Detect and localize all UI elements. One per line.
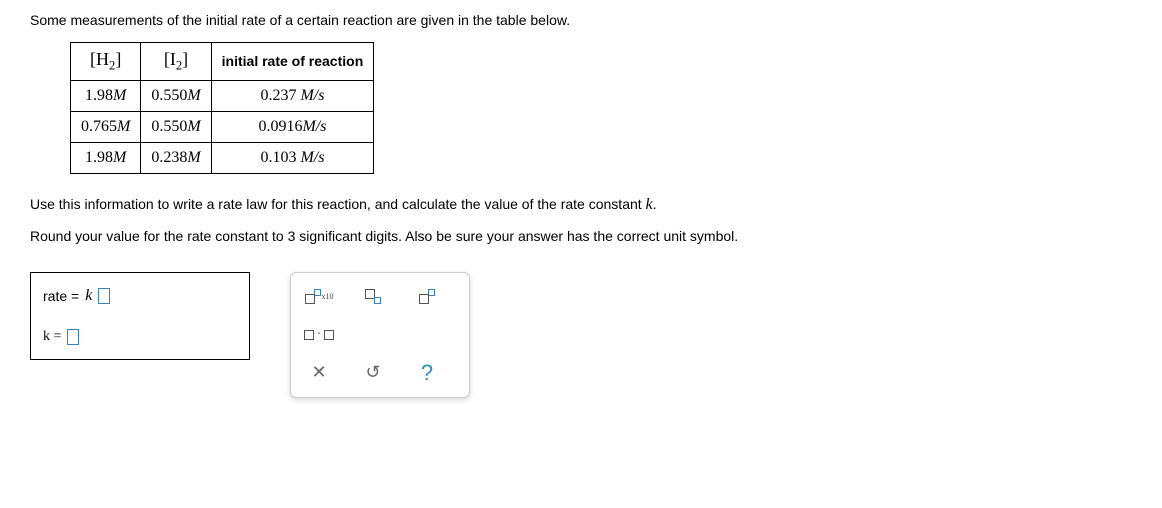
table-row: 1.98M 0.550M 0.237 M/s [71,80,374,111]
equation-palette: x10 · ✕ ↺ ? [290,272,470,398]
k-value-input-line: k = [43,329,237,345]
answer-box: rate = k k = [30,272,250,360]
k-value-input[interactable] [67,329,79,345]
col-h2: [H2] [71,43,141,81]
multiply-button[interactable]: · [303,323,335,347]
table-row: 1.98M 0.238M 0.103 M/s [71,142,374,173]
col-i2: [I2] [141,43,211,81]
rate-law-input[interactable] [98,288,110,304]
rate-law-input-line: rate = k [43,287,237,305]
col-rate: initial rate of reaction [211,43,374,81]
help-button[interactable]: ? [411,361,443,385]
instruction-2: Round your value for the rate constant t… [30,228,1132,244]
data-table: [H2] [I2] initial rate of reaction 1.98M… [70,42,374,174]
clear-button[interactable]: ✕ [303,361,335,385]
intro-text: Some measurements of the initial rate of… [30,12,1132,28]
sci-notation-button[interactable]: x10 [303,285,335,309]
subscript-button[interactable] [357,285,389,309]
superscript-button[interactable] [411,285,443,309]
table-row: 0.765M 0.550M 0.0916M/s [71,111,374,142]
reset-button[interactable]: ↺ [357,361,389,385]
instruction-1: Use this information to write a rate law… [30,196,1132,214]
